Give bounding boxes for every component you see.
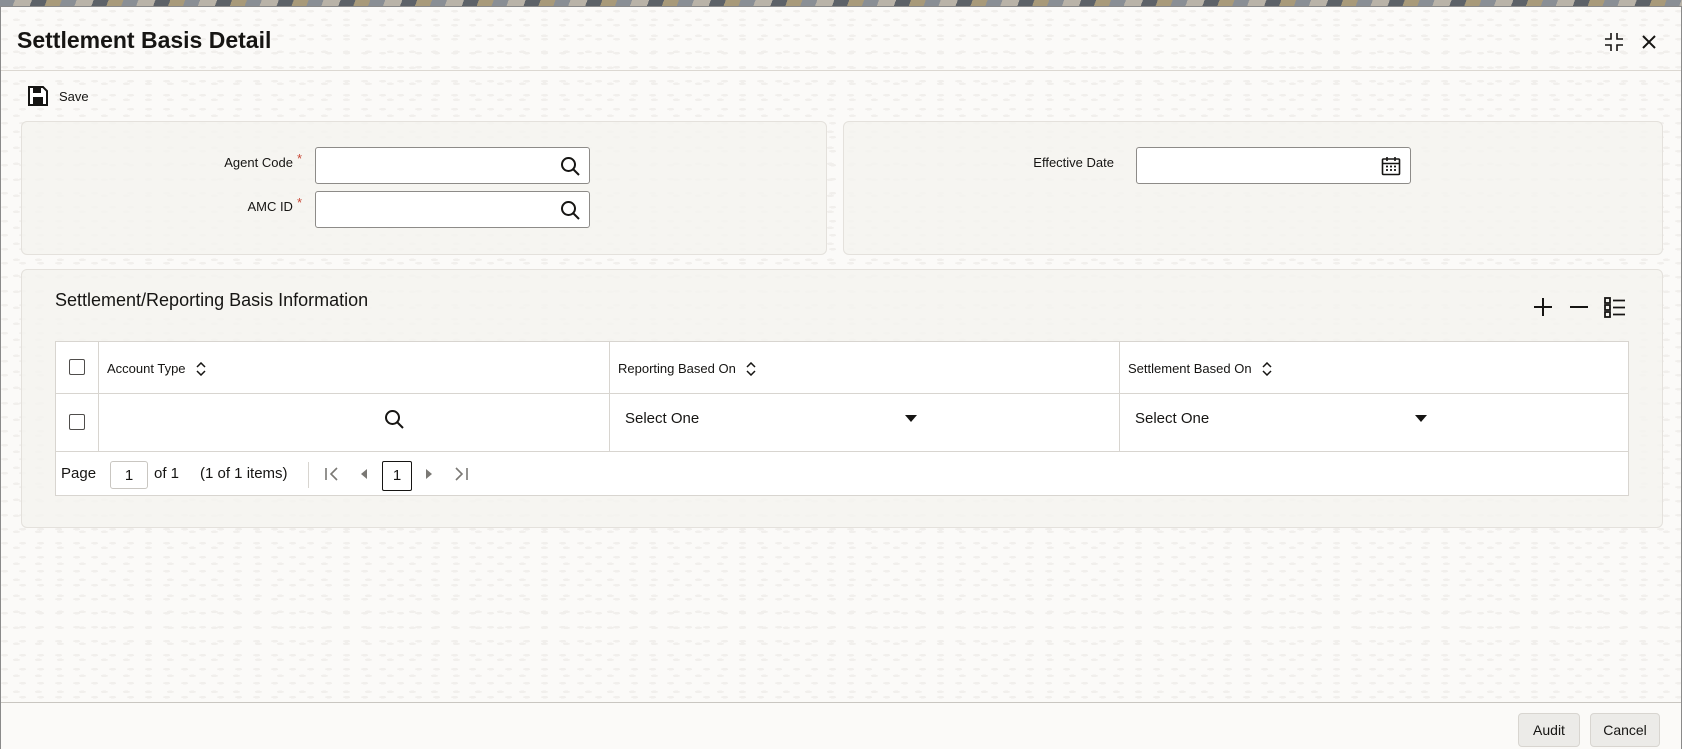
close-icon (1642, 35, 1656, 49)
page-count-label: of 1 (154, 465, 180, 482)
row-select-checkbox[interactable] (69, 414, 85, 430)
audit-button[interactable]: Audit (1518, 713, 1580, 747)
amc-id-label-text: AMC ID (247, 199, 293, 214)
page-number-input[interactable]: 1 (110, 461, 148, 489)
column-divider (1119, 342, 1120, 452)
select-value: Select One (1135, 410, 1210, 427)
search-icon[interactable] (560, 156, 580, 176)
plus-icon (1534, 298, 1552, 316)
add-row-button[interactable] (1531, 295, 1555, 319)
settlement-basis-window: Settlement Basis Detail Save Agent Code * (0, 6, 1682, 749)
column-header-settlement-based-on[interactable]: Settlement Based On (1128, 361, 1272, 376)
save-button[interactable]: Save (27, 83, 89, 109)
previous-page-icon[interactable] (355, 465, 373, 483)
list-detail-icon (1604, 297, 1625, 318)
sort-icon (746, 361, 756, 376)
section-title: Settlement/Reporting Basis Information (55, 290, 369, 310)
save-icon (28, 86, 48, 106)
save-label: Save (59, 88, 89, 104)
agent-code-label: Agent Code * (182, 151, 302, 170)
sort-icon (1262, 361, 1272, 376)
chevron-down-icon (905, 414, 917, 422)
search-icon[interactable] (384, 409, 404, 429)
agent-code-field[interactable] (315, 147, 590, 184)
effective-date-label: Effective Date (1033, 155, 1114, 170)
maximize-button[interactable] (1601, 29, 1627, 55)
column-header-label: Account Type (107, 361, 186, 376)
page-1-button[interactable]: 1 (382, 461, 412, 491)
agent-code-input[interactable] (316, 148, 589, 183)
column-header-account-type[interactable]: Account Type (107, 361, 206, 376)
settlement-based-on-select[interactable]: Select One (1135, 410, 1427, 427)
column-divider (609, 342, 610, 452)
last-page-icon[interactable] (452, 465, 470, 483)
key-fields-panel: Agent Code * AMC ID * (21, 121, 827, 255)
single-record-view-button[interactable] (1603, 295, 1627, 319)
amc-id-label: AMC ID * (182, 195, 302, 214)
amc-id-input[interactable] (316, 192, 589, 227)
search-icon[interactable] (560, 200, 580, 220)
table-row: Select One Select One (56, 394, 1628, 452)
close-button[interactable] (1636, 29, 1662, 55)
title-bar: Settlement Basis Detail (1, 7, 1681, 71)
select-all-checkbox[interactable] (69, 359, 85, 375)
column-divider (98, 342, 99, 452)
date-panel: Effective Date (843, 121, 1663, 255)
column-header-label: Reporting Based On (618, 361, 736, 376)
effective-date-field[interactable] (1136, 147, 1411, 184)
calendar-icon[interactable] (1381, 156, 1401, 176)
amc-id-field[interactable] (315, 191, 590, 228)
column-header-reporting-based-on[interactable]: Reporting Based On (618, 361, 756, 376)
agent-code-label-text: Agent Code (224, 155, 293, 170)
page-title: Settlement Basis Detail (17, 27, 272, 53)
required-marker: * (296, 195, 302, 210)
delete-row-button[interactable] (1567, 295, 1591, 319)
cancel-button[interactable]: Cancel (1590, 713, 1660, 747)
column-header-label: Settlement Based On (1128, 361, 1252, 376)
grid-actions (1531, 295, 1627, 319)
next-page-icon[interactable] (420, 465, 438, 483)
sort-icon (196, 361, 206, 376)
reporting-based-on-select[interactable]: Select One (625, 410, 917, 427)
effective-date-input[interactable] (1137, 148, 1410, 183)
minus-icon (1570, 306, 1588, 308)
footer-bar: Audit Cancel (1, 702, 1681, 749)
items-count-label: (1 of 1 items) (200, 465, 288, 482)
grid-header: Account Type Reporting Based On Settleme… (56, 342, 1628, 394)
pagination-bar: Page 1 of 1 (1 of 1 items) 1 (56, 452, 1628, 496)
pager-divider (308, 462, 309, 488)
page-label: Page (61, 465, 97, 482)
chevron-down-icon (1415, 414, 1427, 422)
maximize-icon (1605, 33, 1623, 51)
settlement-basis-grid: Account Type Reporting Based On Settleme… (55, 341, 1629, 496)
first-page-icon[interactable] (323, 465, 341, 483)
required-marker: * (296, 151, 302, 166)
select-value: Select One (625, 410, 700, 427)
